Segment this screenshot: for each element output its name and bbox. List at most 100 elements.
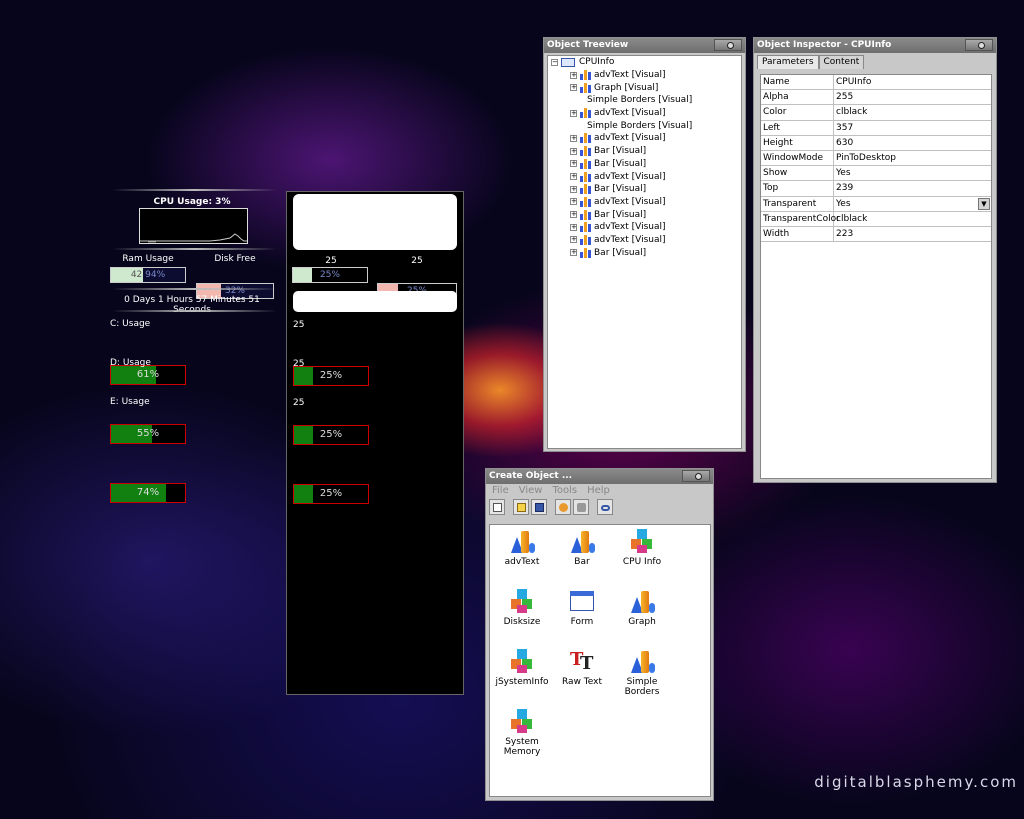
- menu-help[interactable]: Help: [587, 484, 610, 497]
- expand-icon[interactable]: +: [570, 71, 577, 79]
- property-value[interactable]: 357: [834, 121, 991, 135]
- object-item-form[interactable]: Form: [552, 589, 612, 627]
- menu-file[interactable]: File: [492, 484, 509, 497]
- inspector-window[interactable]: Object Inspector - CPUInfo Parameters Co…: [753, 37, 997, 483]
- tree-item[interactable]: + Bar [Visual]: [548, 208, 741, 221]
- tree-item-label: Bar [Visual]: [594, 247, 647, 258]
- property-value[interactable]: 239: [834, 181, 991, 195]
- object-item-graph[interactable]: Graph: [612, 589, 672, 627]
- collapse-icon[interactable]: −: [551, 58, 558, 66]
- object-item-bar[interactable]: Bar: [552, 529, 612, 567]
- tree-item[interactable]: + advText [Visual]: [548, 107, 741, 120]
- link-button[interactable]: [597, 499, 613, 515]
- cpu-graph: [139, 208, 248, 244]
- property-row[interactable]: Color clblack: [761, 105, 991, 121]
- property-row[interactable]: Name CPUInfo: [761, 75, 991, 91]
- expand-icon[interactable]: +: [570, 223, 577, 231]
- preview-drive-3-value: 25%: [319, 488, 343, 499]
- window-menu-button[interactable]: [965, 39, 993, 51]
- property-row[interactable]: Left 357: [761, 120, 991, 136]
- property-row[interactable]: TransparentColor clblack: [761, 211, 991, 227]
- tree-item[interactable]: + Bar [Visual]: [548, 158, 741, 171]
- property-value-text: clblack: [836, 107, 868, 118]
- expand-icon[interactable]: +: [570, 147, 577, 155]
- tree-item[interactable]: Simple Borders [Visual]: [548, 94, 741, 107]
- property-value[interactable]: Yes ▼: [834, 197, 991, 211]
- expand-icon[interactable]: +: [570, 249, 577, 257]
- create-object-titlebar[interactable]: Create Object ...: [486, 469, 713, 484]
- object-palette[interactable]: advText Bar CPU Info Disksize Form Graph jSyst…: [489, 524, 711, 797]
- object-item-jsysteminfo[interactable]: jSystemInfo: [492, 649, 552, 687]
- save-button[interactable]: [531, 499, 547, 515]
- expand-icon[interactable]: +: [570, 173, 577, 181]
- expand-icon[interactable]: +: [570, 84, 577, 92]
- window-menu-button[interactable]: [714, 39, 742, 51]
- property-row[interactable]: WindowMode PinToDesktop: [761, 150, 991, 167]
- window-menu-button[interactable]: [682, 470, 710, 482]
- tools-button[interactable]: [555, 499, 571, 515]
- ram-bar-text: 42: [130, 270, 143, 280]
- tree-item[interactable]: + Bar [Visual]: [548, 183, 741, 196]
- tab-content[interactable]: Content: [818, 55, 865, 69]
- expand-icon[interactable]: +: [570, 211, 577, 219]
- property-row[interactable]: Width 223: [761, 226, 991, 243]
- tree-item[interactable]: + advText [Visual]: [548, 69, 741, 82]
- tree-item[interactable]: + Bar [Visual]: [548, 145, 741, 158]
- property-row[interactable]: Show Yes: [761, 166, 991, 182]
- object-item-system-memory[interactable]: System Memory: [492, 709, 552, 757]
- property-value[interactable]: CPUInfo: [834, 75, 991, 89]
- tree-item[interactable]: + advText [Visual]: [548, 234, 741, 247]
- object-item-disksize[interactable]: Disksize: [492, 589, 552, 627]
- property-row[interactable]: Height 630: [761, 135, 991, 151]
- property-row[interactable]: Alpha 255: [761, 90, 991, 106]
- expand-icon[interactable]: +: [570, 134, 577, 142]
- property-row[interactable]: Transparent Yes ▼: [761, 196, 991, 212]
- menu-view[interactable]: View: [519, 484, 543, 497]
- tab-parameters[interactable]: Parameters: [757, 55, 819, 69]
- tree-spacer-icon: [580, 95, 584, 105]
- expand-icon[interactable]: +: [570, 160, 577, 168]
- preview-drive-1-label: 25: [293, 320, 305, 330]
- object-item-raw-text[interactable]: T T Raw Text: [552, 649, 612, 688]
- settings-icon: [577, 503, 586, 512]
- preview-panel[interactable]: 25 25 25% 25% 25 25% 25 25% 25 25%: [286, 191, 464, 695]
- object-item-simple-borders[interactable]: Simple Borders: [612, 649, 672, 697]
- property-value-text: 255: [836, 92, 854, 103]
- tree-item[interactable]: + advText [Visual]: [548, 196, 741, 209]
- treeview-titlebar[interactable]: Object Treeview: [544, 38, 745, 53]
- settings-button[interactable]: [573, 499, 589, 515]
- open-button[interactable]: [513, 499, 529, 515]
- tree-root[interactable]: − CPUInfo: [548, 56, 741, 69]
- watermark: digitalblasphemy.com: [814, 773, 1018, 791]
- property-grid[interactable]: Name CPUInfo Alpha 255 Color clblack Left 357 He…: [760, 74, 992, 479]
- property-value[interactable]: clblack: [834, 212, 991, 226]
- tree-item[interactable]: + Bar [Visual]: [548, 246, 741, 259]
- tree-item[interactable]: + advText [Visual]: [548, 221, 741, 234]
- object-item-advtext[interactable]: advText: [492, 529, 552, 567]
- simpleborders-icon: [629, 649, 655, 673]
- property-value[interactable]: 630: [834, 136, 991, 150]
- treeview-window[interactable]: Object Treeview − CPUInfo + advText [Visu…: [543, 37, 746, 452]
- create-object-window[interactable]: Create Object ... File View Tools Help a…: [485, 468, 714, 801]
- property-value[interactable]: 223: [834, 227, 991, 241]
- property-value[interactable]: PinToDesktop: [834, 151, 991, 165]
- expand-icon[interactable]: +: [570, 236, 577, 244]
- property-row[interactable]: Top 239: [761, 181, 991, 197]
- expand-icon[interactable]: +: [570, 185, 577, 193]
- chevron-down-icon[interactable]: ▼: [978, 197, 990, 210]
- property-value[interactable]: clblack: [834, 105, 991, 119]
- expand-icon[interactable]: +: [570, 198, 577, 206]
- tree-item[interactable]: + advText [Visual]: [548, 170, 741, 183]
- tree-item[interactable]: + Graph [Visual]: [548, 81, 741, 94]
- property-value[interactable]: Yes: [834, 166, 991, 180]
- tree-item[interactable]: Simple Borders [Visual]: [548, 119, 741, 132]
- circle-icon: [695, 473, 702, 480]
- tree-item[interactable]: + advText [Visual]: [548, 132, 741, 145]
- treeview-list[interactable]: − CPUInfo + advText [Visual] + Graph [Visua…: [547, 55, 742, 449]
- object-item-cpu-info[interactable]: CPU Info: [612, 529, 672, 567]
- expand-icon[interactable]: +: [570, 109, 577, 117]
- property-value[interactable]: 255: [834, 90, 991, 104]
- new-button[interactable]: [489, 499, 505, 515]
- menu-tools[interactable]: Tools: [552, 484, 577, 497]
- inspector-titlebar[interactable]: Object Inspector - CPUInfo: [754, 38, 996, 53]
